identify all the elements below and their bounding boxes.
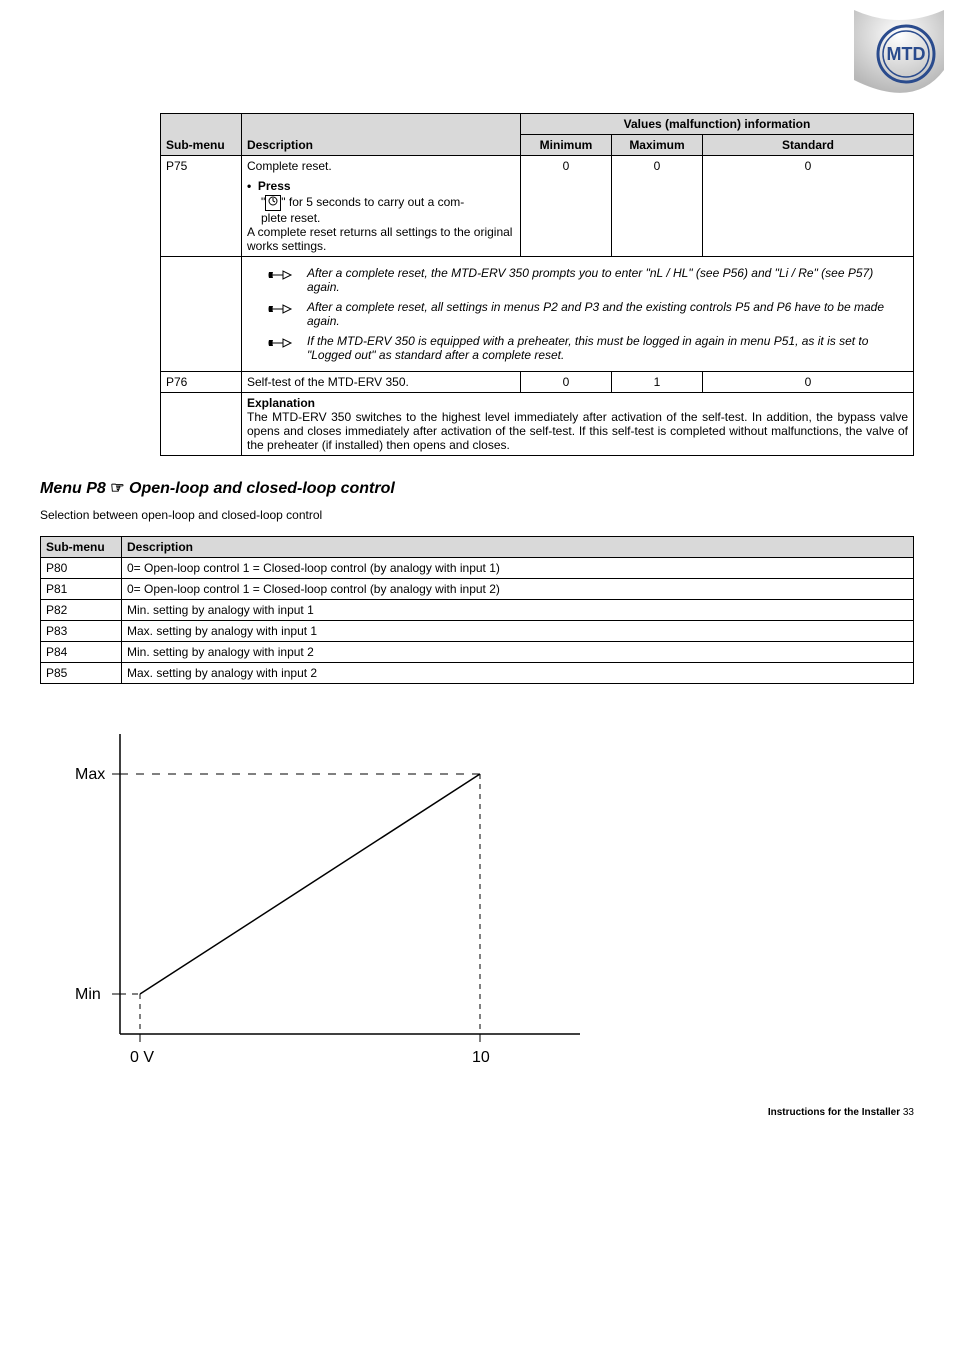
col-values-header: Values (malfunction) information (521, 114, 914, 135)
p75-press-label: Press (258, 179, 291, 193)
table-row: P81 0= Open-loop control 1 = Closed-loop… (41, 579, 914, 600)
hand-icon (267, 300, 293, 321)
hand-icon: ☞ (110, 480, 124, 497)
footer-title: Instructions for the Installer (768, 1107, 900, 1118)
press-text-after: " for 5 seconds to carry out a com- (281, 195, 464, 209)
heading-prefix: Menu P8 (40, 480, 110, 497)
heading-suffix: Open-loop and closed-loop control (125, 480, 395, 497)
row-desc: 0= Open-loop control 1 = Closed-loop con… (122, 558, 914, 579)
hand-icon (267, 334, 293, 355)
p76-std: 0 (703, 372, 914, 393)
table-row: P80 0= Open-loop control 1 = Closed-loop… (41, 558, 914, 579)
p76-min: 0 (521, 372, 612, 393)
page-footer: Instructions for the Installer 33 (40, 1107, 914, 1118)
submenu-id: P84 (41, 642, 122, 663)
table-p8: Sub-menu Description P80 0= Open-loop co… (40, 536, 914, 684)
table-row-notes: After a complete reset, the MTD-ERV 350 … (161, 257, 914, 372)
table-p7-values: Sub-menu Description Values (malfunction… (160, 113, 914, 456)
note1-text: After a complete reset, the MTD-ERV 350 … (307, 266, 873, 294)
submenu-id: P75 (161, 156, 242, 257)
hand-icon (267, 266, 293, 287)
row-desc: Min. setting by analogy with input 2 (122, 642, 914, 663)
p76-desc: Self-test of the MTD-ERV 350. (242, 372, 521, 393)
plete-reset: plete reset. (261, 211, 515, 225)
p75-std: 0 (703, 156, 914, 257)
col-min: Minimum (521, 135, 612, 156)
p75-description: Complete reset. • Press " " for 5 second… (242, 156, 521, 257)
table-row: P83 Max. setting by analogy with input 1 (41, 621, 914, 642)
row-desc: Min. setting by analogy with input 1 (122, 600, 914, 621)
col-submenu: Sub-menu (161, 114, 242, 156)
row-desc: 0= Open-loop control 1 = Closed-loop con… (122, 579, 914, 600)
note3-text: If the MTD-ERV 350 is equipped with a pr… (307, 334, 868, 362)
submenu-id: P81 (41, 579, 122, 600)
selection-text: Selection between open-loop and closed-l… (40, 508, 914, 522)
submenu-id: P76 (161, 372, 242, 393)
col-description: Description (122, 537, 914, 558)
table-row: P75 Complete reset. • Press " " for 5 se… (161, 156, 914, 257)
clock-icon (265, 195, 281, 211)
control-chart: Max Min 0 V 10 (40, 704, 914, 1077)
chart-ymin-label: Min (75, 986, 101, 1003)
chart-svg: Max Min 0 V 10 (40, 704, 600, 1074)
submenu-id: P85 (41, 663, 122, 684)
col-max: Maximum (612, 135, 703, 156)
explanation-text: The MTD-ERV 350 switches to the highest … (247, 410, 908, 452)
p76-max: 1 (612, 372, 703, 393)
table-row: P82 Min. setting by analogy with input 1 (41, 600, 914, 621)
menu-p8-heading: Menu P8 ☞ Open-loop and closed-loop cont… (40, 478, 914, 498)
note-1: After a complete reset, the MTD-ERV 350 … (267, 266, 908, 294)
col-description: Description (242, 114, 521, 156)
row-desc: Max. setting by analogy with input 2 (122, 663, 914, 684)
note-2: After a complete reset, all settings in … (267, 300, 908, 328)
explanation-label: Explanation (247, 396, 315, 410)
table-row: P85 Max. setting by analogy with input 2 (41, 663, 914, 684)
p75-max: 0 (612, 156, 703, 257)
p75-returns: A complete reset returns all settings to… (247, 225, 515, 253)
chart-ymax-label: Max (75, 766, 105, 783)
footer-page-number: 33 (900, 1107, 914, 1118)
svg-text:MTD: MTD (887, 44, 926, 64)
chart-xmax-label: 10 (472, 1049, 490, 1066)
p75-min: 0 (521, 156, 612, 257)
chart-xmin-label: 0 V (130, 1049, 154, 1066)
col-submenu: Sub-menu (41, 537, 122, 558)
table-row: P84 Min. setting by analogy with input 2 (41, 642, 914, 663)
p75-desc-line1: Complete reset. (247, 159, 515, 173)
table-row-explanation: Explanation The MTD-ERV 350 switches to … (161, 393, 914, 456)
note2-text: After a complete reset, all settings in … (307, 300, 884, 328)
table-row: P76 Self-test of the MTD-ERV 350. 0 1 0 (161, 372, 914, 393)
submenu-id: P80 (41, 558, 122, 579)
note-3: If the MTD-ERV 350 is equipped with a pr… (267, 334, 908, 362)
logo: MTD (40, 10, 944, 103)
submenu-id: P82 (41, 600, 122, 621)
col-std: Standard (703, 135, 914, 156)
row-desc: Max. setting by analogy with input 1 (122, 621, 914, 642)
submenu-id: P83 (41, 621, 122, 642)
mtd-logo-icon: MTD (854, 10, 944, 100)
